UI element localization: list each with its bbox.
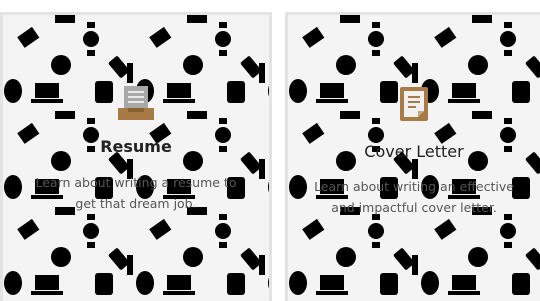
card-title: Resume <box>100 137 172 156</box>
resume-card[interactable]: Resume Learn about writing a resume to g… <box>0 12 272 301</box>
document-icon <box>400 87 428 121</box>
card-description: Learn about writing a resume to get that… <box>35 175 237 211</box>
card-title: Cover Letter <box>364 142 464 161</box>
card-description: Learn about writing an effective and imp… <box>314 179 514 215</box>
cover-letter-card[interactable]: Cover Letter Learn about writing an effe… <box>285 12 540 301</box>
resume-tray-icon <box>118 86 154 120</box>
